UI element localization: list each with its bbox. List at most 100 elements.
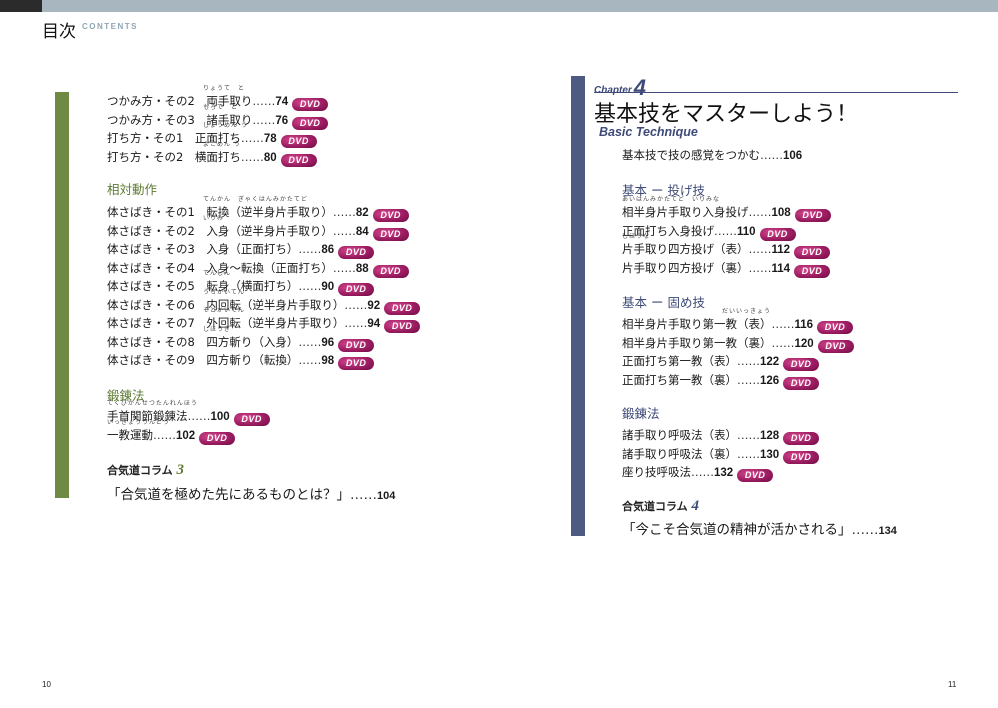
leader-dots: …… [737,428,760,442]
page-ref: 104 [377,490,396,502]
ruby-reading: うちかいてん [203,288,245,296]
dvd-badge-icon: DVD [338,357,375,370]
ruby-reading: てんしん [203,270,232,277]
toc-entry[interactable]: 正面打ち第一教（表）……122 DVD [622,353,820,371]
page-ref: 88 [355,262,369,275]
leader-dots: …… [691,465,714,479]
column-label: 合気道コラム 3 [107,462,184,479]
leader-dots: …… [748,260,772,275]
leader-dots: …… [760,148,783,162]
page-ref: 108 [771,207,791,219]
leader-dots: …… [153,427,176,442]
leader-dots: …… [771,317,795,331]
ruby-reading: りょうて と [203,85,246,92]
page-ref: 100 [210,411,230,423]
leader-dots: …… [714,223,737,238]
toc-entry-intro[interactable]: 基本技で技の感覚をつかむ……106 [622,147,802,163]
toc-entry[interactable]: 諸手取り呼吸法（裏）……130 DVD [622,446,820,464]
entry-text: 諸手取り呼吸法（表） [622,428,737,442]
right-accent-bar [571,76,585,536]
toc-entry[interactable]: しほうな 片手取り四方投げ（表）……112 DVD [622,233,831,259]
toc-entry[interactable]: いっきょううんどう 一教運動……102 DVD [107,419,236,445]
ruby-reading: あいはんみかたてど いりみな [622,196,721,203]
ruby-reading: てんかん ぎゃくはんみかたてど [203,196,308,203]
leader-dots: …… [252,94,276,108]
page-ref: 114 [771,262,791,275]
leader-dots: …… [332,260,356,275]
toc-entry[interactable]: そとかいてん 体さばき・その7 外回転（逆半身片手取り）……94 DVD [107,307,421,333]
toc-entry[interactable]: いりみ 体さばき・その2 入身（逆半身片手取り）……84 DVD [107,215,409,241]
page-ref: 76 [275,114,289,127]
dvd-badge-icon: DVD [384,301,421,315]
dvd-badge-icon: DVD [794,209,831,222]
entry-text: 片手取り四方投げ（表） [622,242,749,256]
page-ref: 120 [794,337,814,350]
column-number: 3 [176,462,185,478]
entry-text: 体さばき・その2 入身（逆半身片手取り） [107,223,333,238]
leader-dots: …… [187,409,211,423]
leader-dots: …… [737,446,760,461]
toc-entry[interactable]: 体さばき・その9 四方斬り（転換）……98 DVD [107,352,375,370]
leader-dots: …… [252,112,276,127]
leader-dots: …… [344,316,368,330]
column-title-text: 「合気道を極めた先にあるものとは？」 [107,487,350,503]
leader-dots: …… [298,334,322,349]
chapter-subtitle: Basic Technique [599,125,698,139]
page-ref: 84 [355,225,369,238]
entry-text: 相半身片手取り第一教（裏） [622,335,772,350]
dvd-badge-icon: DVD [794,264,831,278]
entry-text: 正面打ち第一教（表） [622,354,737,368]
page-ref: 90 [321,281,335,293]
page-ref: 126 [760,374,780,387]
toc-entry[interactable]: うちかいてん 体さばき・その6 内回転（逆半身片手取り）……92 DVD [107,289,421,315]
toc-entry[interactable]: しほうぎ 体さばき・その8 四方斬り（入身）……96 DVD [107,326,375,352]
toc-entry[interactable]: 座り技呼吸法……132 DVD [622,464,774,482]
section-heading: 鍛錬法 [622,406,660,421]
header-bar [42,0,998,12]
dvd-badge-icon: DVD [737,469,774,482]
column-title[interactable]: 「今こそ合気道の精神が活かされる」……134 [622,518,897,538]
page-ref: 128 [760,430,780,442]
toc-entry[interactable]: だいいっきょう 相半身片手取り第一教（表）……116 DVD [622,308,854,334]
entry-text: 相半身片手取り入身投げ [622,205,749,219]
column-title[interactable]: 「合気道を極めた先にあるものとは？」……104 [107,483,395,503]
dvd-badge-icon: DVD [384,320,421,333]
leader-dots: …… [344,297,368,312]
dvd-badge-icon: DVD [783,376,820,390]
page-ref: 132 [714,467,734,479]
page-ref: 98 [321,355,335,367]
page-ref: 92 [367,299,381,312]
toc-entry[interactable]: 体さばき・その4 入身〜転換（正面打ち）……88 DVD [107,260,409,278]
page-ref: 80 [263,151,277,164]
dvd-badge-icon: DVD [199,431,236,445]
leader-dots: …… [240,131,264,145]
leader-dots: …… [771,335,795,350]
leader-dots: …… [350,487,377,503]
entry-text: 一教運動 [107,427,153,442]
entry-text: 片手取り四方投げ（裏） [622,260,749,275]
toc-entry[interactable]: てんかん ぎゃくはんみかたてど 体さばき・その1 転換（逆半身片手取り）……82 D… [107,196,409,222]
entry-text: 座り技呼吸法 [622,465,691,479]
leader-dots: …… [851,522,879,538]
column-label: 合気道コラム 4 [622,498,699,515]
ruby-reading: だいいっきょう [722,308,772,315]
toc-entry[interactable]: 片手取り四方投げ（裏）……114 DVD [622,260,831,278]
page-ref: 74 [275,96,289,108]
toc-entry[interactable]: 体さばき・その3 入身（正面打ち）……86 DVD [107,241,375,259]
toc-entry[interactable]: 正面打ち第一教（裏）……126 DVD [622,372,820,390]
toc-entry[interactable]: 相半身片手取り第一教（裏）……120 DVD [622,335,854,353]
toc-entry[interactable]: あいはんみかたてど いりみな 相半身片手取り入身投げ……108 DVD [622,196,831,222]
dvd-badge-icon: DVD [817,321,854,334]
toc-entry[interactable]: よこめん う打ち方・その2 横面打ち……80 DVD [107,141,317,167]
dvd-badge-icon: DVD [783,432,820,445]
leader-dots: …… [298,279,322,293]
ruby-reading: そとかいてん [203,307,245,314]
leader-dots: …… [748,242,772,256]
toc-subtitle: CONTENTS [82,22,138,31]
toc-entry[interactable]: 諸手取り呼吸法（表）……128 DVD [622,427,820,445]
leader-dots: …… [737,372,760,387]
dvd-badge-icon: DVD [372,264,409,278]
entry-text: 諸手取り呼吸法（裏） [622,446,737,461]
chapter-rule [594,92,958,93]
page-ref: 78 [263,133,277,145]
